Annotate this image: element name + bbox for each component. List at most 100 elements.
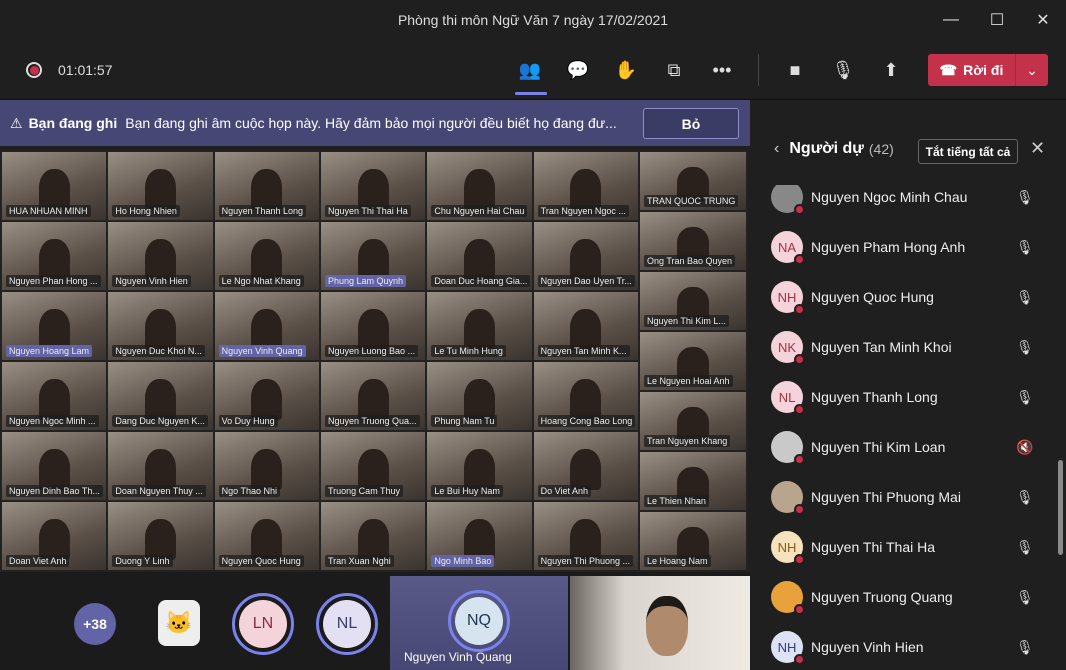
participant-video: [251, 449, 283, 490]
video-name-label: Nguyen Dinh Bao Th...: [6, 485, 103, 497]
video-tile: Nguyen Thi Phuong ...: [533, 502, 638, 570]
participant-video: [357, 519, 389, 560]
video-name-label: Le Thien Nhan: [644, 495, 709, 507]
recording-icon: [26, 62, 42, 78]
mic-icon[interactable]: 🎙: [1016, 239, 1034, 256]
scrollbar[interactable]: [1058, 460, 1063, 555]
participant-tile[interactable]: NL: [316, 593, 378, 655]
participant-name: Nguyen Ngoc Minh Chau: [811, 189, 968, 205]
shared-screen: HUA NHUAN MINH Ho Hong Nhien Nguyen Thanh …: [0, 150, 748, 572]
participant-row[interactable]: Nguyen Truong Quang 🎙: [750, 572, 1056, 622]
participant-video: [357, 239, 389, 280]
video-name-label: TRAN QUOC TRUNG: [644, 195, 739, 207]
video-tile: Le Ngo Nhat Khang: [214, 222, 319, 290]
video-name-label: Ho Hong Nhien: [112, 205, 180, 217]
active-speaker-tile[interactable]: NQ Nguyen Vinh Quang: [390, 576, 568, 670]
participant-row[interactable]: NH Nguyen Quoc Hung 🎙: [750, 272, 1056, 322]
dismiss-button[interactable]: Bỏ: [643, 108, 739, 139]
participant-video: [251, 169, 283, 210]
status-dot: [794, 604, 805, 615]
video-name-label: Le Tu Minh Hung: [431, 345, 506, 357]
video-name-label: Le Bui Huy Nam: [431, 485, 503, 497]
mic-muted-icon[interactable]: 🔇: [1016, 439, 1033, 456]
video-name-label: Ngo Thao Nhi: [218, 485, 281, 497]
banner-title: Bạn đang ghi: [28, 115, 118, 131]
video-name-label: Dang Duc Nguyen K...: [112, 415, 208, 427]
mute-all-button[interactable]: Tắt tiếng tất cả: [918, 139, 1018, 164]
participant-row[interactable]: NH Nguyen Vinh Hien 🎙: [750, 622, 1056, 670]
video-name-label: Do Viet Anh: [537, 485, 592, 497]
video-name-label: Nguyen Thanh Long: [218, 205, 307, 217]
chevron-down-icon[interactable]: ⌄: [1016, 62, 1048, 79]
chat-icon[interactable]: 💬: [563, 56, 593, 84]
participant-row[interactable]: Nguyen Ngoc Minh Chau 🎙: [750, 185, 1056, 222]
mic-icon[interactable]: 🎙: [828, 56, 858, 84]
video-tile: Nguyen Thi Kim L...: [640, 272, 746, 330]
self-video[interactable]: [570, 576, 750, 670]
video-tile: HUA NHUAN MINH: [2, 152, 107, 220]
more-icon[interactable]: •••: [707, 56, 737, 84]
breakout-icon[interactable]: ⧉: [659, 56, 689, 84]
participant-row[interactable]: NK Nguyen Tan Minh Khoi 🎙: [750, 322, 1056, 372]
video-tile: Ong Tran Bao Quyen: [640, 212, 746, 270]
participant-row[interactable]: Nguyen Thi Phuong Mai 🎙: [750, 472, 1056, 522]
avatar-initials: NH: [777, 639, 797, 655]
mic-icon[interactable]: 🎙: [1016, 489, 1034, 506]
maximize-icon[interactable]: ☐: [974, 0, 1020, 40]
back-icon[interactable]: ‹: [774, 140, 779, 158]
mic-icon[interactable]: 🎙: [1016, 389, 1034, 406]
video-tile: Truong Cam Thuy: [321, 432, 426, 500]
warning-icon: ⚠: [10, 114, 23, 131]
participant-video: [463, 309, 496, 350]
video-name-label: HUA NHUAN MINH: [6, 205, 91, 217]
mic-icon[interactable]: 🎙: [1016, 189, 1034, 206]
minimize-icon[interactable]: —: [928, 0, 974, 40]
participant-row[interactable]: Nguyen Thi Kim Loan 🔇: [750, 422, 1056, 472]
participant-tile[interactable]: LN: [232, 593, 294, 655]
participant-video: [144, 449, 177, 490]
video-grid-side: TRAN QUOC TRUNG Ong Tran Bao Quyen Nguyen …: [640, 150, 748, 572]
video-tile: Nguyen Thi Thai Ha: [321, 152, 426, 220]
participants-panel: ‹ Người dự (42) Tắt tiếng tất cả ✕ Nguye…: [750, 100, 1066, 670]
close-icon[interactable]: ✕: [1030, 138, 1045, 159]
participant-row[interactable]: NL Nguyen Thanh Long 🎙: [750, 372, 1056, 422]
participant-video: [357, 309, 389, 350]
status-dot: [794, 204, 805, 215]
close-icon[interactable]: ✕: [1020, 0, 1066, 40]
panel-header: ‹ Người dự (42): [774, 140, 894, 158]
participant-video: [251, 379, 283, 420]
participant-video: [570, 449, 602, 490]
people-icon[interactable]: 👥: [515, 56, 547, 95]
leave-button[interactable]: ☎ Rời đi ⌄: [928, 54, 1048, 86]
more-participants-button[interactable]: +38: [74, 603, 116, 645]
video-name-label: Duong Y Linh: [112, 555, 173, 567]
participant-row[interactable]: NH Nguyen Thi Thai Ha 🎙: [750, 522, 1056, 572]
participant-video: [144, 379, 177, 420]
participant-list: Nguyen Ngoc Minh Chau 🎙 NA Nguyen Pham Ho…: [750, 185, 1056, 670]
video-tile: Do Viet Anh: [533, 432, 638, 500]
video-name-label: Nguyen Phan Hong ...: [6, 275, 101, 287]
video-name-label: Le Nguyen Hoai Anh: [644, 375, 733, 387]
video-tile: Nguyen Luong Bao ...: [321, 292, 426, 360]
avatar: NH: [771, 281, 805, 315]
avatar: NK: [771, 331, 805, 365]
camera-icon[interactable]: ■: [780, 56, 810, 84]
video-name-label: Ngo Minh Bao: [431, 555, 495, 567]
video-tile: Nguyen Truong Qua...: [321, 362, 426, 430]
participant-video: [144, 169, 177, 210]
video-name-label: Nguyen Quoc Hung: [218, 555, 304, 567]
status-dot: [794, 554, 805, 565]
mic-icon[interactable]: 🎙: [1016, 639, 1034, 656]
share-icon[interactable]: ⬆: [876, 56, 906, 84]
video-name-label: Nguyen Vinh Hien: [112, 275, 191, 287]
avatar: NH: [771, 531, 805, 565]
mic-icon[interactable]: 🎙: [1016, 539, 1034, 556]
video-tile: Tran Xuan Nghi: [321, 502, 426, 570]
video-tile: Nguyen Quoc Hung: [214, 502, 319, 570]
raise-hand-icon[interactable]: ✋: [611, 56, 641, 84]
mic-icon[interactable]: 🎙: [1016, 289, 1034, 306]
status-dot: [794, 354, 805, 365]
mic-icon[interactable]: 🎙: [1016, 339, 1034, 356]
participant-row[interactable]: NA Nguyen Pham Hong Anh 🎙: [750, 222, 1056, 272]
mic-icon[interactable]: 🎙: [1016, 589, 1034, 606]
